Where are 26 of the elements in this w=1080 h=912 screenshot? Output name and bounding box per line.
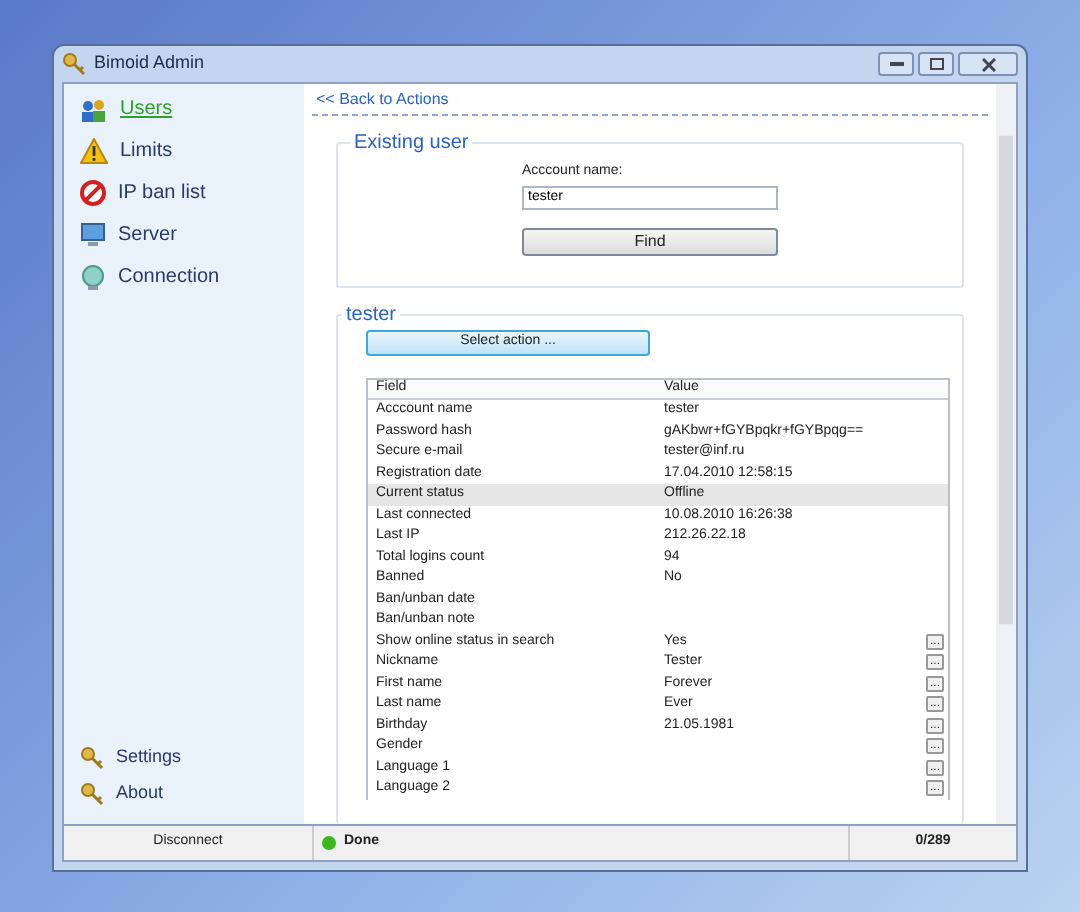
key-icon	[80, 782, 104, 806]
back-link[interactable]: << Back to Actions	[312, 87, 449, 111]
users-icon	[80, 97, 108, 121]
warning-icon	[80, 138, 108, 164]
ban-icon	[80, 180, 106, 206]
monitor-icon	[80, 222, 106, 248]
close-button[interactable]	[958, 52, 1018, 76]
sidebar-link[interactable]: Settings	[80, 740, 304, 776]
maximize-icon	[929, 58, 943, 70]
sidebar-link[interactable]: About	[80, 776, 304, 812]
minimize-icon	[889, 62, 903, 66]
sidebar-item[interactable]: Server	[80, 214, 304, 256]
sidebar-item[interactable]: IP ban list	[80, 172, 304, 214]
group-title: tester	[344, 302, 399, 330]
globe-icon	[80, 264, 106, 290]
scrollbar-drawing[interactable]	[996, 84, 1016, 824]
window-title: Bimoid Admin	[94, 50, 205, 77]
sidebar-item[interactable]: Limits	[80, 130, 304, 172]
minimize-button[interactable]	[878, 52, 914, 76]
key-icon	[80, 746, 104, 770]
find-button[interactable]: Find	[522, 227, 778, 255]
key-icon	[62, 52, 86, 76]
close-icon	[981, 57, 995, 71]
maximize-button[interactable]	[918, 52, 954, 76]
group-title: Existing user	[352, 130, 471, 158]
sidebar-item[interactable]: Connection	[80, 256, 304, 298]
